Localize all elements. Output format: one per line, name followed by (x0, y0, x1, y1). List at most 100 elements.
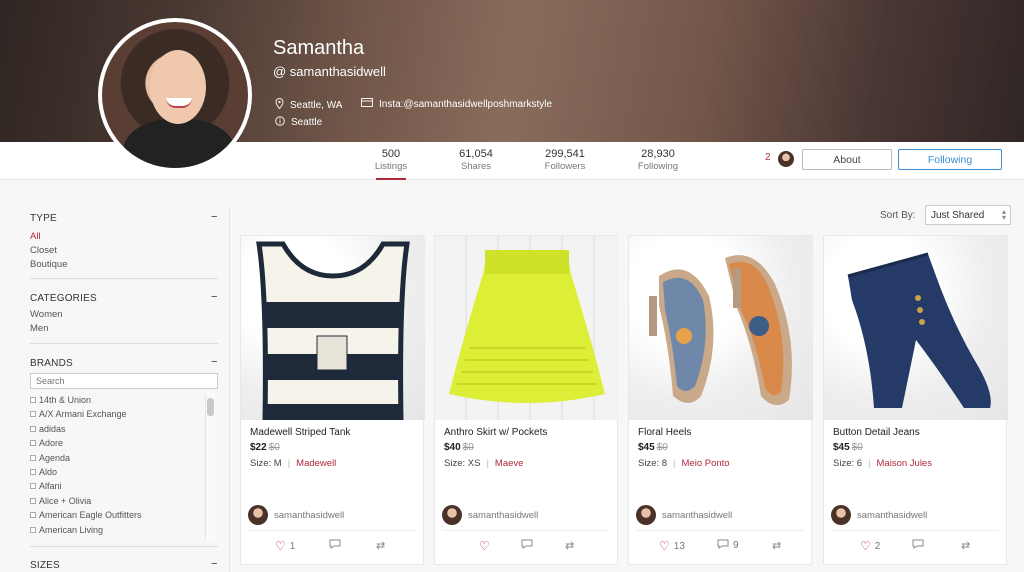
seller-avatar[interactable] (636, 505, 656, 525)
brand-link[interactable]: Meio Ponto (682, 458, 730, 469)
like-button[interactable]: ♡ 1 (275, 539, 295, 553)
like-button[interactable]: ♡ 13 (659, 539, 685, 553)
share-button[interactable]: ⇄ (376, 539, 385, 552)
heart-icon: ♡ (275, 539, 286, 553)
checkbox[interactable] (30, 440, 36, 446)
comment-icon (521, 539, 533, 552)
comment-button[interactable] (521, 539, 537, 552)
divider (30, 343, 218, 344)
stat-value: 500 (381, 148, 401, 160)
checkbox[interactable] (30, 483, 36, 489)
category-item-women[interactable]: Women (30, 309, 63, 320)
listing-price: $45 $0 (638, 442, 668, 453)
share-button[interactable]: ⇄ (961, 539, 970, 552)
listing-photo-floral-heels[interactable] (629, 236, 813, 420)
seller-name[interactable]: samanthasidwell (274, 510, 344, 521)
heart-icon: ♡ (659, 539, 670, 553)
like-button[interactable]: ♡ 2 (860, 539, 880, 553)
stat-label: Following (637, 161, 679, 172)
brands-collapse-toggle[interactable]: − (211, 356, 217, 368)
share-button[interactable]: ⇄ (772, 539, 781, 552)
listing-photo-yellow-skirt[interactable] (435, 236, 619, 420)
category-item-men[interactable]: Men (30, 323, 48, 334)
share-icon: ⇄ (565, 540, 575, 552)
brand-item[interactable]: Alice + Olivia (30, 496, 91, 506)
seller-avatar[interactable] (442, 505, 462, 525)
checkbox[interactable] (30, 426, 36, 432)
type-item-all[interactable]: All (30, 231, 41, 242)
type-item-closet[interactable]: Closet (30, 245, 57, 256)
listing-photo-blue-jeans[interactable] (824, 236, 1008, 420)
insta-row[interactable]: Insta:@samanthasidwellposhmarkstyle (361, 98, 552, 110)
comment-icon (329, 539, 341, 552)
following-button[interactable]: Following (898, 149, 1002, 170)
type-item-boutique[interactable]: Boutique (30, 259, 68, 270)
checkbox[interactable] (30, 469, 36, 475)
seller-name[interactable]: samanthasidwell (857, 510, 927, 521)
seller-avatar[interactable] (831, 505, 851, 525)
about-button[interactable]: About (802, 149, 892, 170)
brand-link[interactable]: Madewell (296, 458, 336, 469)
listing-title[interactable]: Madewell Striped Tank (250, 427, 350, 438)
brand-item[interactable]: adidas (30, 424, 66, 434)
type-collapse-toggle[interactable]: − (211, 211, 217, 223)
stat-followers[interactable]: 299,541 Followers (530, 148, 600, 172)
listing-card[interactable]: Button Detail Jeans $45 $0 Size: 6 | Maison… (823, 235, 1008, 565)
brand-item[interactable]: Alfani (30, 481, 62, 491)
comment-button[interactable] (329, 539, 345, 552)
seller-name[interactable]: samanthasidwell (468, 510, 538, 521)
like-button[interactable]: ♡ (479, 539, 494, 553)
stat-listings[interactable]: 500 Listings (356, 148, 426, 180)
comment-button[interactable]: 9 (717, 539, 739, 552)
brand-item[interactable]: 14th & Union (30, 395, 91, 405)
categories-collapse-toggle[interactable]: − (211, 291, 217, 303)
sort-select[interactable]: Just Shared ▴ ▾ (925, 205, 1011, 225)
listing-title[interactable]: Anthro Skirt w/ Pockets (444, 427, 547, 438)
seller-avatar[interactable] (248, 505, 268, 525)
scrollbar-thumb[interactable] (207, 398, 214, 416)
city-text: Seattle (291, 117, 323, 128)
divider (30, 546, 218, 547)
stat-shares[interactable]: 61,054 Shares (441, 148, 511, 172)
listing-photo-striped-tank[interactable] (241, 236, 425, 420)
seller-name[interactable]: samanthasidwell (662, 510, 732, 521)
checkbox[interactable] (30, 527, 36, 533)
brand-item[interactable]: Adore (30, 438, 63, 448)
checkbox[interactable] (30, 397, 36, 403)
listing-title[interactable]: Button Detail Jeans (833, 427, 920, 438)
brand-item[interactable]: Agenda (30, 453, 70, 463)
share-icon: ⇄ (961, 540, 971, 552)
checkbox[interactable] (30, 498, 36, 504)
listing-card[interactable]: Anthro Skirt w/ Pockets $40 $0 Size: XS | M… (434, 235, 619, 565)
brand-link[interactable]: Maison Jules (877, 458, 932, 469)
profile-avatar[interactable] (98, 18, 252, 172)
insta-text[interactable]: Insta:@samanthasidwellposhmarkstyle (379, 99, 552, 110)
checkbox[interactable] (30, 411, 36, 417)
stat-following[interactable]: 28,930 Following (623, 148, 693, 172)
info-icon (275, 116, 285, 129)
mutual-avatar[interactable] (778, 151, 794, 167)
stat-label: Followers (544, 161, 586, 172)
brand-item[interactable]: A/X Armani Exchange (30, 409, 127, 419)
brand-item[interactable]: American Living (30, 525, 103, 535)
sizes-collapse-toggle[interactable]: − (211, 558, 217, 570)
brand-search-input[interactable] (30, 373, 218, 389)
checkbox[interactable] (30, 455, 36, 461)
brand-link[interactable]: Maeve (495, 458, 524, 469)
location-row: Seattle, WA (275, 97, 342, 112)
listing-price: $45 $0 (833, 442, 863, 453)
profile-handle: @ samanthasidwell (273, 64, 386, 79)
brand-list: 14th & Union A/X Armani Exchange adidas … (30, 393, 218, 541)
brand-item[interactable]: American Eagle Outfitters (30, 510, 142, 520)
listing-card[interactable]: Floral Heels $45 $0 Size: 8 | Meio Ponto sa… (628, 235, 813, 565)
brand-item[interactable]: Aldo (30, 467, 57, 477)
comment-icon (912, 539, 924, 552)
listing-size: Size: 6 | Maison Jules (833, 458, 932, 469)
checkbox[interactable] (30, 512, 36, 518)
comment-button[interactable] (912, 539, 928, 552)
share-button[interactable]: ⇄ (565, 539, 574, 552)
listing-title[interactable]: Floral Heels (638, 427, 691, 438)
city-row: Seattle (275, 116, 322, 129)
listing-card[interactable]: Madewell Striped Tank $22 $0 Size: M | Made… (240, 235, 425, 565)
stat-label: Shares (460, 161, 492, 172)
